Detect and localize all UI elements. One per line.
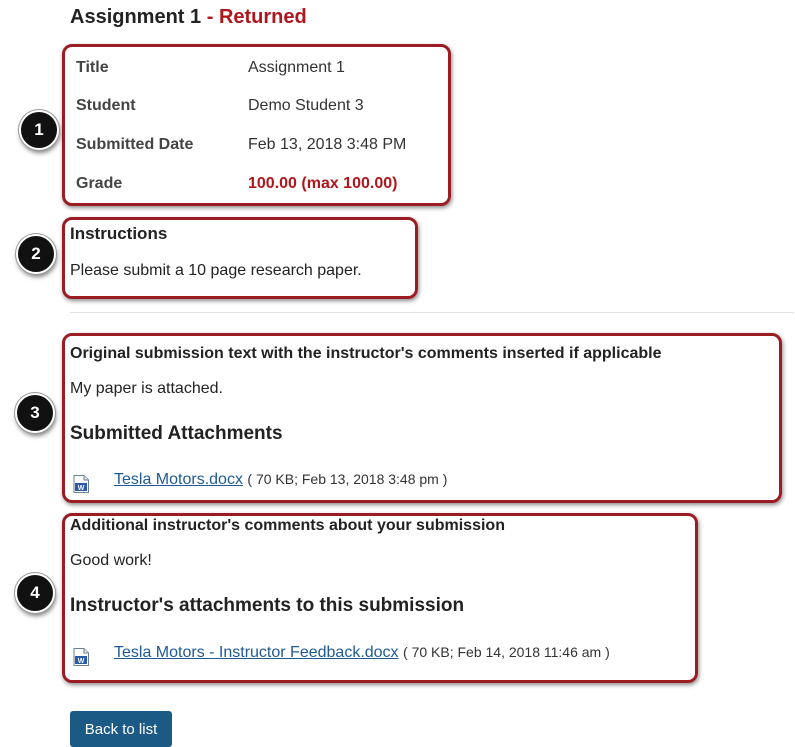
section-divider [70, 312, 794, 313]
student-value: Demo Student 3 [248, 97, 364, 114]
submitted-file-meta: ( 70 KB; Feb 13, 2018 3:48 pm ) [247, 471, 448, 487]
submitted-attachments-heading: Submitted Attachments [70, 423, 283, 444]
back-to-list-button[interactable]: Back to list [70, 711, 172, 747]
svg-text:W: W [78, 485, 85, 492]
student-label: Student [76, 97, 136, 114]
submitted-date-value: Feb 13, 2018 3:48 PM [248, 136, 407, 153]
word-document-icon: W [73, 648, 89, 666]
feedback-text: Good work! [70, 552, 152, 569]
submitted-file-link[interactable]: Tesla Motors.docx [114, 471, 243, 488]
instructor-file-link[interactable]: Tesla Motors - Instructor Feedback.docx [114, 644, 399, 661]
grade-value: 100.00 (max 100.00) [248, 175, 398, 192]
page-title: Assignment 1 - Returned [70, 6, 307, 29]
feedback-heading: Additional instructor's comments about y… [70, 517, 505, 534]
title-label: Title [76, 59, 109, 76]
instructor-attachments-heading: Instructor's attachments to this submiss… [70, 595, 465, 616]
grade-label: Grade [76, 175, 123, 192]
callout-badge-2: 2 [16, 234, 56, 274]
callout-badge-4: 4 [15, 573, 55, 613]
submission-heading: Original submission text with the instru… [70, 345, 662, 362]
word-document-icon: W [73, 475, 89, 493]
callout-badge-3: 3 [15, 393, 55, 433]
instructor-file-meta: ( 70 KB; Feb 14, 2018 11:46 am ) [403, 644, 610, 660]
submission-text: My paper is attached. [70, 380, 223, 397]
title-value: Assignment 1 [248, 59, 345, 76]
instructions-text: Please submit a 10 page research paper. [70, 262, 362, 279]
svg-text:W: W [78, 658, 85, 665]
instructions-heading: Instructions [70, 224, 168, 243]
title-separator: - [201, 6, 219, 28]
callout-badge-1: 1 [19, 110, 59, 150]
instructor-attachment-row: Tesla Motors - Instructor Feedback.docx … [114, 644, 610, 662]
assignment-title: Assignment 1 [70, 6, 202, 28]
submitted-date-label: Submitted Date [76, 136, 194, 153]
submitted-attachment-row: Tesla Motors.docx ( 70 KB; Feb 13, 2018 … [114, 471, 447, 489]
status-label: Returned [218, 6, 307, 28]
